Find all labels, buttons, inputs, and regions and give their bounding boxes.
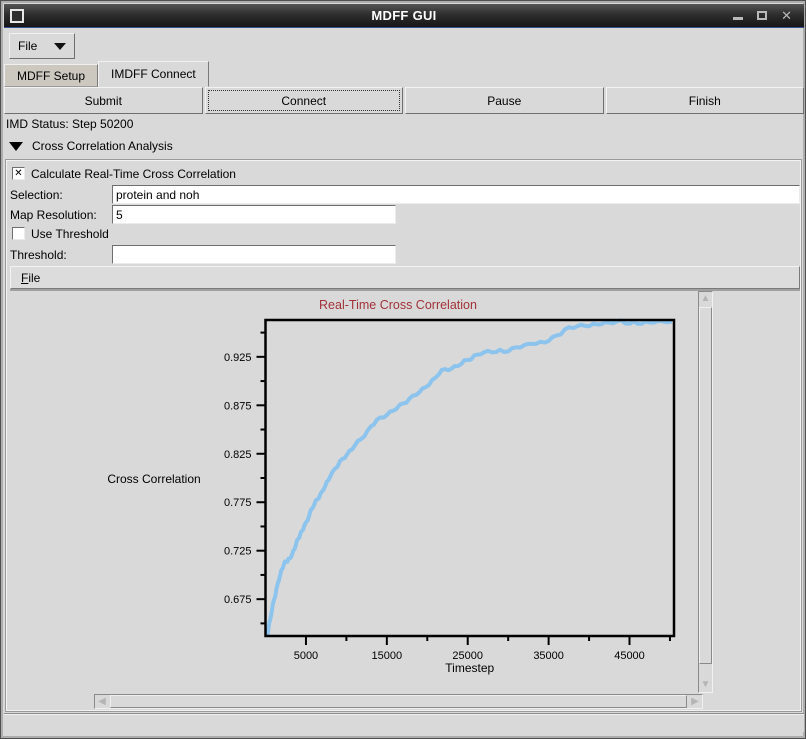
- tab-imdff-connect[interactable]: IMDFF Connect: [98, 61, 209, 87]
- bottom-status-strip: [4, 713, 804, 732]
- scroll-down-icon[interactable]: ▼: [699, 678, 712, 692]
- finish-button[interactable]: Finish: [606, 87, 805, 114]
- svg-text:0.925: 0.925: [224, 352, 252, 364]
- calc-realtime-cc-checkbox[interactable]: ✕: [12, 167, 25, 180]
- tab-label: MDFF Setup: [17, 69, 85, 83]
- use-threshold-label: Use Threshold: [31, 227, 109, 241]
- file-menu-label: File: [18, 39, 37, 53]
- selection-input[interactable]: [112, 185, 800, 204]
- section-header-label: Cross Correlation Analysis: [32, 139, 173, 153]
- minimize-button[interactable]: [733, 12, 743, 20]
- imd-status-text: IMD Status: Step 50200: [6, 117, 133, 131]
- svg-text:Real-Time Cross Correlation: Real-Time Cross Correlation: [319, 298, 477, 312]
- pause-button[interactable]: Pause: [405, 87, 604, 114]
- svg-text:35000: 35000: [533, 650, 564, 662]
- scroll-left-icon[interactable]: ◀: [95, 695, 109, 708]
- map-resolution-input[interactable]: [112, 205, 396, 224]
- svg-text:Timestep: Timestep: [445, 661, 494, 675]
- notebook-tabs: MDFF Setup IMDFF Connect: [4, 61, 209, 87]
- collapse-triangle-icon: [9, 142, 23, 151]
- svg-text:Cross Correlation: Cross Correlation: [107, 472, 200, 486]
- svg-text:15000: 15000: [372, 650, 403, 662]
- maximize-button[interactable]: [757, 11, 767, 20]
- mdff-gui-window: MDFF GUI ✕ File MDFF Setup IMDFF Connect…: [0, 0, 806, 739]
- plot-vertical-scrollbar[interactable]: ▲ ▼: [698, 291, 713, 693]
- svg-text:0.725: 0.725: [224, 546, 252, 558]
- svg-text:0.775: 0.775: [224, 497, 252, 509]
- action-button-row: Submit Connect Pause Finish: [4, 87, 804, 114]
- svg-text:25000: 25000: [452, 650, 483, 662]
- vertical-scrollbar-thumb[interactable]: [699, 307, 712, 664]
- svg-text:0.675: 0.675: [224, 594, 252, 606]
- title-bar: MDFF GUI ✕: [4, 4, 804, 28]
- close-button[interactable]: ✕: [781, 11, 792, 21]
- svg-text:0.875: 0.875: [224, 400, 252, 412]
- selection-label: Selection:: [10, 188, 63, 202]
- cc-plot: Real-Time Cross Correlation Cross Correla…: [62, 294, 702, 694]
- svg-text:45000: 45000: [614, 650, 645, 662]
- chevron-down-icon: [54, 43, 66, 50]
- file-menu-button[interactable]: File: [9, 33, 75, 59]
- svg-text:5000: 5000: [294, 650, 318, 662]
- use-threshold-checkbox[interactable]: [12, 227, 25, 240]
- tab-label: IMDFF Connect: [111, 67, 196, 81]
- svg-text:0.825: 0.825: [224, 449, 252, 461]
- submit-button[interactable]: Submit: [4, 87, 203, 114]
- threshold-label: Threshold:: [10, 248, 67, 262]
- threshold-input[interactable]: [112, 245, 396, 264]
- cross-correlation-section-header[interactable]: Cross Correlation Analysis: [9, 139, 173, 153]
- map-resolution-label: Map Resolution:: [10, 208, 97, 222]
- plot-horizontal-scrollbar[interactable]: ◀ ▶: [94, 694, 703, 709]
- tab-mdff-setup[interactable]: MDFF Setup: [4, 64, 98, 87]
- plot-file-menu[interactable]: File: [11, 271, 40, 285]
- horizontal-scrollbar-thumb[interactable]: [110, 695, 687, 708]
- scroll-right-icon[interactable]: ▶: [688, 695, 702, 708]
- cross-correlation-frame: ✕ Calculate Real-Time Cross Correlation …: [5, 159, 802, 712]
- scroll-up-icon[interactable]: ▲: [699, 292, 712, 306]
- plot-menubar: File: [10, 266, 800, 289]
- calc-realtime-cc-label: Calculate Real-Time Cross Correlation: [31, 167, 236, 181]
- connect-button[interactable]: Connect: [205, 87, 404, 114]
- window-title: MDFF GUI: [4, 8, 804, 23]
